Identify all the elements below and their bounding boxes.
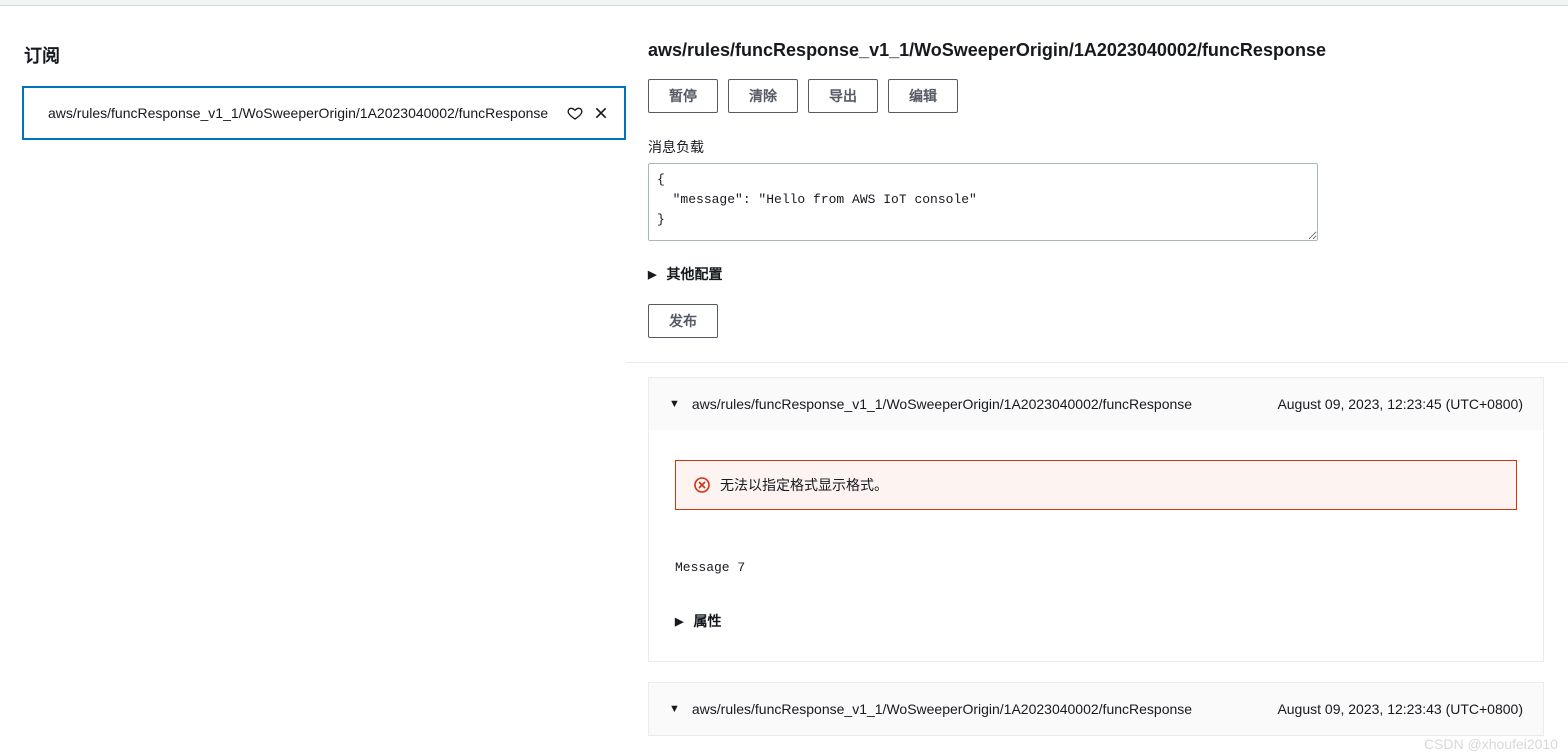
payload-label: 消息负载 xyxy=(648,137,1544,157)
subscriptions-panel: 订阅 aws/rules/funcResponse_v1_1/WoSweeper… xyxy=(0,6,626,756)
message-item: ▼ aws/rules/funcResponse_v1_1/WoSweeperO… xyxy=(648,682,1544,736)
message-body: 无法以指定格式显示格式。 Message 7 ▶ 属性 xyxy=(649,430,1543,661)
message-item: ▼ aws/rules/funcResponse_v1_1/WoSweeperO… xyxy=(648,377,1544,662)
subscription-item[interactable]: aws/rules/funcResponse_v1_1/WoSweeperOri… xyxy=(22,86,626,140)
error-text: 无法以指定格式显示格式。 xyxy=(720,475,888,495)
message-header[interactable]: ▼ aws/rules/funcResponse_v1_1/WoSweeperO… xyxy=(649,683,1543,735)
divider xyxy=(626,362,1568,363)
message-content: Message 7 xyxy=(675,560,1517,575)
favorite-icon[interactable] xyxy=(564,102,586,124)
pause-button[interactable]: 暂停 xyxy=(648,79,718,113)
message-topic: aws/rules/funcResponse_v1_1/WoSweeperOri… xyxy=(692,396,1278,412)
messages-list: ▼ aws/rules/funcResponse_v1_1/WoSweeperO… xyxy=(648,377,1544,736)
extra-config-expander[interactable]: ▶ 其他配置 xyxy=(648,264,1544,284)
caret-down-icon: ▼ xyxy=(669,398,680,410)
message-header[interactable]: ▼ aws/rules/funcResponse_v1_1/WoSweeperO… xyxy=(649,378,1543,430)
close-icon[interactable] xyxy=(590,102,612,124)
subscription-topic-text: aws/rules/funcResponse_v1_1/WoSweeperOri… xyxy=(48,105,560,121)
publish-button[interactable]: 发布 xyxy=(648,304,718,338)
page-title: aws/rules/funcResponse_v1_1/WoSweeperOri… xyxy=(648,40,1544,61)
attributes-expander[interactable]: ▶ 属性 xyxy=(675,611,1517,645)
main-container: 订阅 aws/rules/funcResponse_v1_1/WoSweeper… xyxy=(0,6,1568,756)
payload-input[interactable] xyxy=(648,163,1318,241)
clear-button[interactable]: 清除 xyxy=(728,79,798,113)
caret-right-icon: ▶ xyxy=(648,268,656,281)
error-icon xyxy=(694,477,710,493)
attributes-label: 属性 xyxy=(693,611,721,631)
error-alert: 无法以指定格式显示格式。 xyxy=(675,460,1517,510)
message-topic: aws/rules/funcResponse_v1_1/WoSweeperOri… xyxy=(692,701,1278,717)
extra-config-label: 其他配置 xyxy=(666,264,722,284)
message-timestamp: August 09, 2023, 12:23:45 (UTC+0800) xyxy=(1277,396,1523,412)
edit-button[interactable]: 编辑 xyxy=(888,79,958,113)
caret-right-icon: ▶ xyxy=(675,615,683,628)
subscriptions-title: 订阅 xyxy=(22,28,626,86)
message-timestamp: August 09, 2023, 12:23:43 (UTC+0800) xyxy=(1277,701,1523,717)
export-button[interactable]: 导出 xyxy=(808,79,878,113)
content-panel: aws/rules/funcResponse_v1_1/WoSweeperOri… xyxy=(626,6,1568,756)
caret-down-icon: ▼ xyxy=(669,703,680,715)
action-buttons: 暂停 清除 导出 编辑 xyxy=(648,79,1544,113)
